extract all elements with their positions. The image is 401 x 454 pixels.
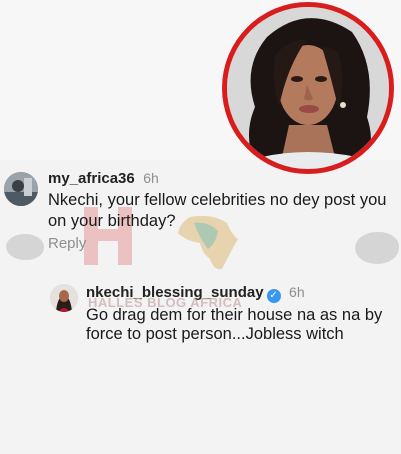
watermark-text: HALLES BLOG AFRICA [88, 295, 243, 310]
portrait-image [227, 7, 389, 169]
comment-username[interactable]: my_africa36 [48, 170, 135, 187]
comment-text-line2: force to post person...Jobless witch [86, 325, 344, 343]
avatar[interactable] [50, 284, 78, 312]
comment-text-line1: Nkechi, your fellow celebrities no dey p… [48, 191, 387, 209]
profile-photo-ring [222, 2, 394, 174]
comment-time: 6h [289, 284, 305, 300]
profile-photo [227, 7, 389, 169]
verified-badge-icon: ✓ [266, 289, 281, 303]
reply-button[interactable]: Reply [48, 235, 86, 252]
comment-time: 6h [143, 170, 159, 186]
reply-comment-item: nkechi_blessing_sunday ✓ 6h Go drag dem f… [0, 282, 401, 352]
comment-item: my_africa36 6h Nkechi, your fellow celeb… [0, 168, 401, 258]
comment-text-line2: on your birthday? [48, 212, 176, 230]
avatar[interactable] [4, 172, 38, 206]
